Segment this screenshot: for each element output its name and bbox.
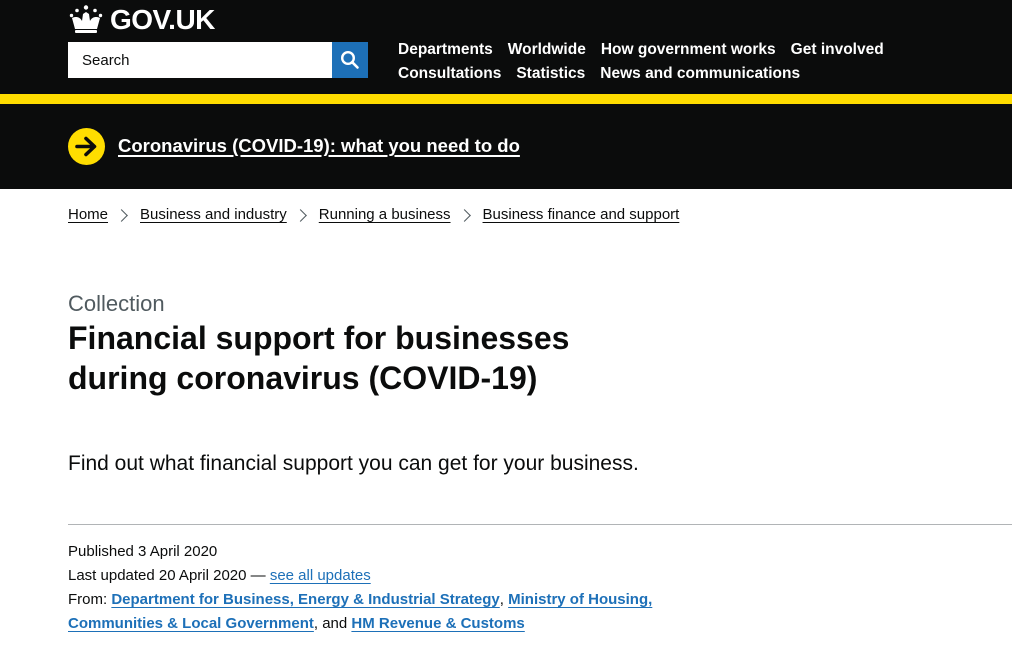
- site-header: GOV.UK Departments Worldwide How governm…: [0, 0, 1012, 94]
- breadcrumb: Home Business and industry Running a bus…: [68, 204, 679, 226]
- page-lead: Find out what financial support you can …: [68, 452, 639, 475]
- search-button[interactable]: [332, 42, 368, 78]
- coronavirus-banner-link[interactable]: Coronavirus (COVID-19): what you need to…: [118, 134, 520, 158]
- nav-get-involved[interactable]: Get involved: [791, 38, 884, 62]
- top-navigation: Departments Worldwide How government wor…: [398, 38, 958, 86]
- chevron-right-icon: [457, 208, 471, 222]
- nav-consultations[interactable]: Consultations: [398, 62, 501, 86]
- page-caption: Collection: [68, 291, 165, 316]
- breadcrumb-business-and-industry[interactable]: Business and industry: [140, 204, 287, 226]
- top-navigation-row-2: Consultations Statistics News and commun…: [398, 62, 958, 86]
- nav-statistics[interactable]: Statistics: [516, 62, 585, 86]
- see-all-updates-link[interactable]: see all updates: [270, 567, 371, 584]
- org-link-hmrc[interactable]: HM Revenue & Customs: [351, 615, 524, 632]
- search-icon: [340, 50, 359, 69]
- org-link-beis[interactable]: Department for Business, Energy & Indust…: [111, 591, 499, 608]
- nav-news-and-communications[interactable]: News and communications: [600, 62, 800, 86]
- metadata: Published 3 April 2020 Last updated 20 A…: [68, 540, 708, 636]
- coronavirus-banner: Coronavirus (COVID-19): what you need to…: [0, 104, 1012, 189]
- from-organisations: From: Department for Business, Energy & …: [68, 588, 708, 636]
- breadcrumb-home[interactable]: Home: [68, 204, 108, 226]
- breadcrumb-business-finance-and-support[interactable]: Business finance and support: [483, 204, 680, 226]
- chevron-right-icon: [293, 208, 307, 222]
- page-title: Financial support for businesses during …: [68, 320, 570, 396]
- search-input[interactable]: [68, 42, 332, 78]
- chevron-right-icon: [115, 208, 128, 222]
- crown-icon: [69, 5, 103, 33]
- top-navigation-row-1: Departments Worldwide How government wor…: [398, 38, 958, 62]
- search-form: [68, 42, 368, 78]
- org-separator: ,: [499, 591, 509, 608]
- last-updated-text: Last updated 20 April 2020 —: [68, 567, 270, 584]
- last-updated: Last updated 20 April 2020 — see all upd…: [68, 564, 708, 588]
- nav-worldwide[interactable]: Worldwide: [508, 38, 586, 62]
- arrow-right-circle-icon: [68, 128, 105, 165]
- logo-text: GOV.UK: [110, 4, 215, 35]
- breadcrumb-running-a-business[interactable]: Running a business: [319, 204, 451, 226]
- govuk-logo-link[interactable]: GOV.UK: [68, 3, 215, 37]
- published-date: Published 3 April 2020: [68, 543, 218, 560]
- from-label: From:: [68, 591, 112, 608]
- nav-how-government-works[interactable]: How government works: [601, 38, 776, 62]
- header-yellow-bar: [0, 94, 1012, 104]
- nav-departments[interactable]: Departments: [398, 38, 493, 62]
- org-separator: , and: [313, 615, 352, 632]
- section-divider: [68, 524, 1012, 525]
